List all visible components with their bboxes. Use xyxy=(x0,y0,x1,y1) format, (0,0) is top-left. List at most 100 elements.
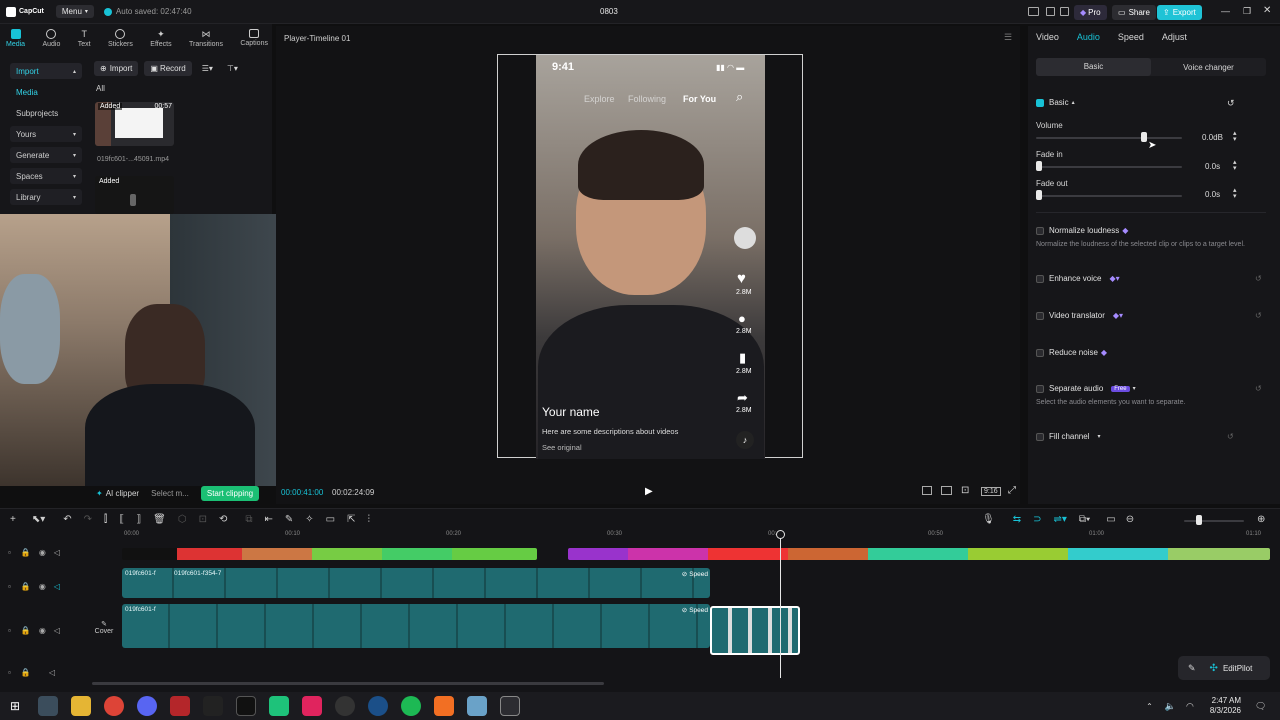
editpilot-widget[interactable]: ✎ ✣ EditPilot xyxy=(1178,656,1270,680)
share-arrow-icon[interactable]: ➦ xyxy=(737,390,748,406)
magnet-icon[interactable]: ⊃ xyxy=(1033,514,1041,525)
minimize-icon[interactable]: — xyxy=(1221,6,1230,16)
normalize-checkbox[interactable] xyxy=(1036,226,1044,235)
zoom-slider[interactable] xyxy=(1184,520,1244,522)
capcut-active-icon[interactable] xyxy=(500,696,521,716)
shortcut-icon[interactable] xyxy=(1060,7,1069,16)
audio-icon[interactable]: ◁ xyxy=(54,626,60,635)
reduce-noise-row[interactable]: Reduce noise ◆ xyxy=(1036,348,1107,357)
tab-following[interactable]: Following xyxy=(628,94,666,104)
normalize-row[interactable]: Normalize loudness ◆ xyxy=(1036,226,1128,235)
volume-icon[interactable]: 🔈 xyxy=(1165,701,1176,712)
wifi-icon[interactable]: ◠ xyxy=(1186,701,1194,712)
fade-out-slider[interactable] xyxy=(1036,195,1182,197)
windows-start-icon[interactable]: ⊞ xyxy=(10,699,20,713)
speed-icon[interactable]: ⟲ xyxy=(219,514,227,525)
caption-icon[interactable]: ▭ xyxy=(326,514,335,525)
zoom-out-icon[interactable]: ⊖ xyxy=(1126,514,1134,525)
sidebar-item-subprojects[interactable]: Subprojects xyxy=(10,105,82,121)
voicemod-icon[interactable] xyxy=(170,696,191,716)
fullscreen-icon[interactable]: ⤢ xyxy=(1008,485,1016,496)
volume-slider-handle[interactable] xyxy=(1141,132,1148,142)
maximize-icon[interactable]: ❐ xyxy=(1243,6,1251,17)
quality-icon[interactable] xyxy=(922,486,932,495)
translator-checkbox[interactable] xyxy=(1036,311,1044,320)
comment-icon[interactable]: ● xyxy=(738,311,746,326)
video-clip[interactable]: 019fc601-f 019fc601-f354-7 ⊘ Speed xyxy=(122,568,710,598)
heart-icon[interactable]: ♥ xyxy=(737,270,746,287)
magic-icon[interactable]: ✧ xyxy=(305,514,313,525)
crop-icon[interactable]: ⊡ xyxy=(961,485,969,496)
tab-audio[interactable]: Audio xyxy=(1077,32,1100,42)
volume-value[interactable]: 0.0dB xyxy=(1202,133,1223,142)
see-original-link[interactable]: See original xyxy=(542,443,582,452)
profile-avatar-icon[interactable] xyxy=(734,227,756,249)
sidebar-item-import[interactable]: Import ▴ xyxy=(10,63,82,79)
checkbox-checked-icon[interactable] xyxy=(1036,98,1044,107)
eye-icon[interactable]: ◉ xyxy=(39,626,46,635)
tab-speed[interactable]: Speed xyxy=(1118,32,1144,42)
spotify-icon[interactable] xyxy=(401,696,422,716)
reset-icon[interactable]: ↺ xyxy=(1255,274,1262,283)
enhance-checkbox[interactable] xyxy=(1036,274,1044,283)
subtitle-icon[interactable]: ▭ xyxy=(1106,514,1115,525)
steam-icon[interactable] xyxy=(368,696,389,716)
subtab-voice-changer[interactable]: Voice changer xyxy=(1151,63,1266,72)
volume-slider[interactable] xyxy=(1036,137,1182,139)
mask-icon[interactable]: ⧉ xyxy=(245,514,252,525)
delete-icon[interactable]: 🗑 xyxy=(153,514,166,525)
pro-button[interactable]: ◆ Pro xyxy=(1074,5,1107,20)
lock-icon[interactable]: 🔒 xyxy=(21,582,31,591)
tab-video[interactable]: Video xyxy=(1036,32,1059,42)
reduce-noise-checkbox[interactable] xyxy=(1036,348,1044,357)
fill-channel-checkbox[interactable] xyxy=(1036,432,1044,441)
separate-checkbox[interactable] xyxy=(1036,384,1044,393)
fade-in-value[interactable]: 0.0s xyxy=(1205,162,1220,171)
trim-icon[interactable]: ⇤ xyxy=(265,514,273,525)
tab-transitions[interactable]: ⋈ Transitions xyxy=(189,29,223,48)
ratio-button[interactable]: 9:16 xyxy=(981,487,1001,496)
audio-icon[interactable]: ◁ xyxy=(49,668,55,677)
subtab-basic[interactable]: Basic xyxy=(1036,58,1151,76)
epic-games-icon[interactable] xyxy=(203,696,224,716)
eye-icon[interactable]: ◉ xyxy=(39,582,46,591)
split-screen-icon[interactable]: ⧉▾ xyxy=(1079,514,1090,525)
player-menu-icon[interactable]: ☰ xyxy=(1004,32,1012,43)
eye-icon[interactable]: ◉ xyxy=(39,548,46,557)
filter-all-label[interactable]: All xyxy=(96,84,105,93)
tab-explore[interactable]: Explore xyxy=(584,94,615,104)
sidebar-item-generate[interactable]: Generate ▾ xyxy=(10,147,82,163)
split-left-icon[interactable]: ⟦ xyxy=(119,514,124,525)
preview-axis-icon[interactable]: ⇌▾ xyxy=(1053,514,1066,525)
sidebar-item-yours[interactable]: Yours ▾ xyxy=(10,126,82,142)
track-toggle-icon[interactable]: ▫ xyxy=(8,582,11,591)
start-clipping-button[interactable]: Start clipping xyxy=(200,486,260,501)
lock-icon[interactable]: 🔒 xyxy=(21,668,31,677)
tab-text[interactable]: T Text xyxy=(78,29,91,48)
fade-in-slider[interactable] xyxy=(1036,166,1182,168)
link-icon[interactable]: ⇆ xyxy=(1013,514,1021,525)
crop-icon[interactable]: ⊡ xyxy=(199,514,207,525)
sidebar-item-spaces[interactable]: Spaces ▾ xyxy=(10,168,82,184)
media-item[interactable]: Added xyxy=(95,176,174,214)
media-item[interactable]: Added 00:57 xyxy=(95,102,174,146)
tab-media[interactable]: Media xyxy=(6,28,25,48)
lock-icon[interactable]: 🔒 xyxy=(21,626,31,635)
select-tool-icon[interactable]: ⬉▾ xyxy=(32,514,45,525)
search-icon[interactable]: ⌕ xyxy=(736,89,743,105)
grid-icon[interactable] xyxy=(941,486,952,495)
clock[interactable]: 2:47 AM 8/3/2026 xyxy=(1210,696,1241,716)
enhance-voice-row[interactable]: Enhance voice ◆▾ xyxy=(1036,274,1120,283)
chrome-icon[interactable] xyxy=(104,696,125,716)
tab-stickers[interactable]: Stickers xyxy=(108,28,133,48)
discord-icon[interactable] xyxy=(137,696,158,716)
selected-clip[interactable] xyxy=(710,606,800,655)
sidebar-item-media[interactable]: Media xyxy=(10,84,82,100)
sidebar-item-library[interactable]: Library ▾ xyxy=(10,189,82,205)
separate-audio-row[interactable]: Separate audio Free ▾ xyxy=(1036,384,1136,393)
tab-audio[interactable]: Audio xyxy=(42,28,60,48)
main-video-clip[interactable]: 019fc601-f ⊘ Speed xyxy=(122,604,710,648)
video-translator-row[interactable]: Video translator ◆▾ xyxy=(1036,311,1123,320)
layout2-icon[interactable] xyxy=(1046,7,1055,16)
fade-out-slider-handle[interactable] xyxy=(1036,190,1042,200)
